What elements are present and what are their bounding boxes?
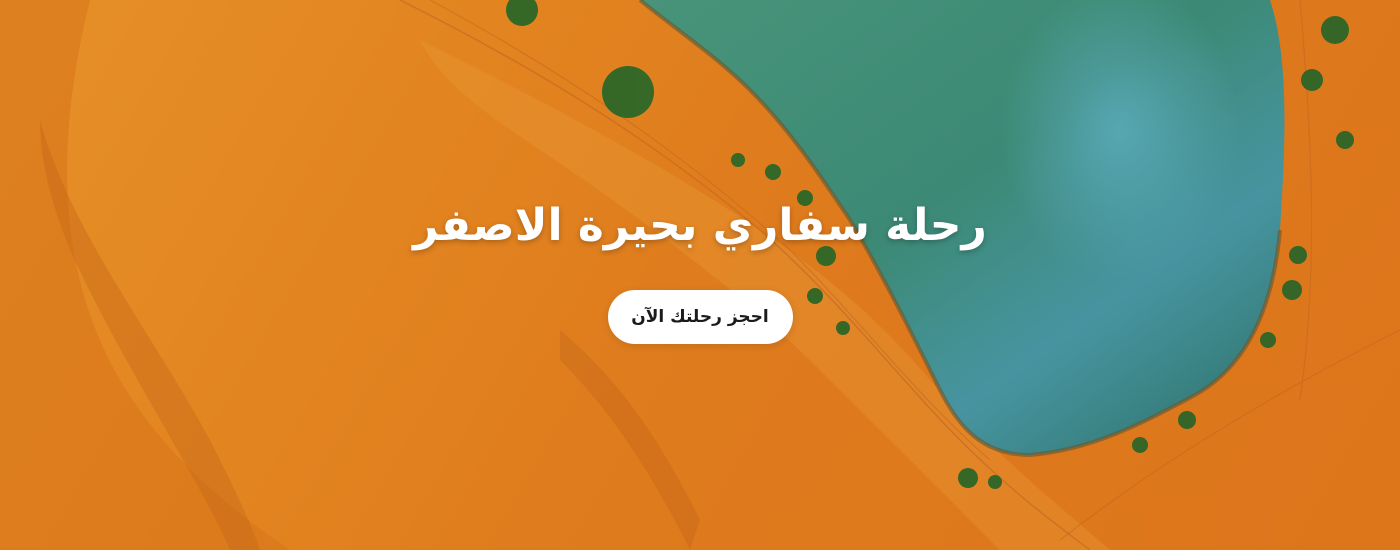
hero-banner: رحلة سفاري بحيرة الاصفر احجز رحلتك الآن — [0, 0, 1400, 550]
book-trip-button[interactable]: احجز رحلتك الآن — [607, 290, 793, 344]
page-title: رحلة سفاري بحيرة الاصفر — [413, 200, 987, 251]
hero-content: رحلة سفاري بحيرة الاصفر احجز رحلتك الآن — [0, 0, 1400, 550]
